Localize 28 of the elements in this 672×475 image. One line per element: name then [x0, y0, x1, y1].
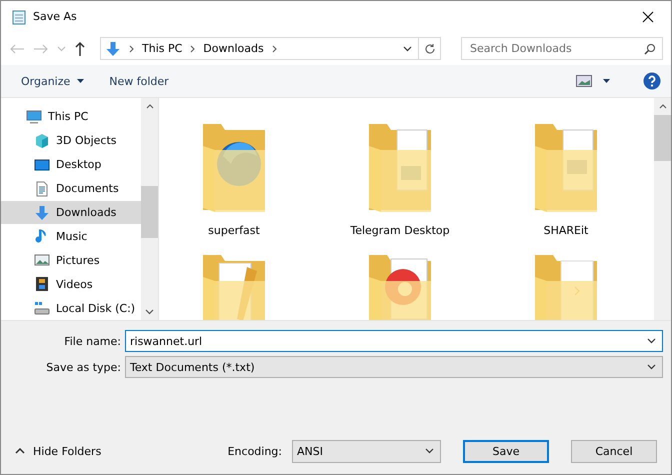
sidebar-item[interactable]: Pictures — [1, 248, 141, 272]
folder-name: SHAREit — [544, 224, 588, 237]
organize-menu[interactable]: Organize — [21, 74, 86, 88]
search-field[interactable]: Search Downloads — [461, 37, 663, 60]
save-button[interactable]: Save — [463, 440, 549, 462]
save-type-dropdown[interactable]: Text Documents (*.txt) — [125, 356, 663, 378]
sidebar-item[interactable]: Videos — [1, 272, 141, 296]
sidebar-item[interactable]: Desktop — [1, 152, 141, 177]
encoding-label: Encoding: — [228, 444, 282, 458]
new-folder-button[interactable]: New folder — [109, 74, 169, 88]
sidebar-item[interactable]: Music — [1, 224, 141, 248]
cancel-button[interactable]: Cancel — [571, 440, 657, 462]
address-bar[interactable]: This PC Downloads — [100, 37, 441, 60]
breadcrumb[interactable]: Downloads — [203, 42, 264, 55]
sidebar-item[interactable]: Downloads — [1, 200, 141, 224]
sidebar-item[interactable]: This PC — [1, 105, 141, 129]
file-name-label: File name: — [63, 334, 122, 348]
sidebar-item[interactable]: Local Disk (C:) — [1, 296, 141, 320]
window-title: Save As — [33, 10, 78, 23]
sidebar-item[interactable]: Documents — [1, 176, 141, 201]
file-name-field[interactable]: riswannet.url — [125, 330, 663, 352]
folder-name: Telegram Desktop — [350, 224, 450, 237]
breadcrumb[interactable]: This PC — [142, 42, 182, 55]
encoding-dropdown[interactable]: ANSI — [292, 440, 441, 462]
save-type-label: Save as type: — [45, 360, 122, 374]
hide-folders-button[interactable]: Hide Folders — [15, 444, 102, 458]
sidebar-item[interactable]: 3D Objects — [1, 128, 141, 153]
folder-name: superfast — [208, 224, 260, 237]
